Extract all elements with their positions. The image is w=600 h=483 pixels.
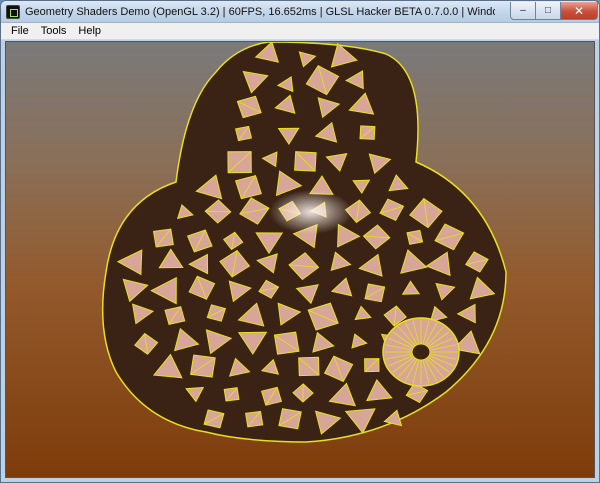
render-viewport[interactable] xyxy=(5,41,595,478)
specular-highlight xyxy=(269,190,353,234)
3d-scene xyxy=(101,42,507,443)
minimize-button[interactable]: – xyxy=(510,2,536,20)
menu-help[interactable]: Help xyxy=(72,24,107,39)
app-window: Geometry Shaders Demo (OpenGL 3.2) | 60F… xyxy=(0,0,600,483)
menu-bar: File Tools Help xyxy=(1,23,599,40)
fan-detail xyxy=(382,317,460,387)
close-button[interactable]: ✕ xyxy=(560,2,598,20)
app-icon xyxy=(6,5,20,19)
window-title: Geometry Shaders Demo (OpenGL 3.2) | 60F… xyxy=(25,6,495,18)
menu-tools[interactable]: Tools xyxy=(35,24,73,39)
title-bar[interactable]: Geometry Shaders Demo (OpenGL 3.2) | 60F… xyxy=(1,1,599,23)
maximize-button[interactable]: □ xyxy=(535,2,561,20)
menu-file[interactable]: File xyxy=(5,24,35,39)
